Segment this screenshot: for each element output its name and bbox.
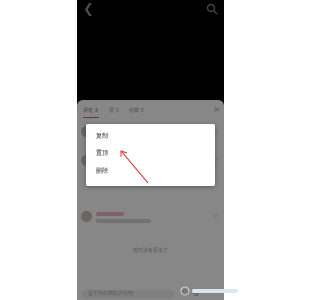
context-menu: 复制 置顶 删除 [86, 124, 215, 186]
menu-item-delete[interactable]: 删除 [96, 165, 206, 179]
watermark-logo [180, 286, 238, 296]
menu-item-copy[interactable]: 复制 [96, 130, 206, 144]
menu-item-pin[interactable]: 置顶 [96, 147, 206, 161]
phone-screen: ❮ 评论 3 赞 5 收藏 0 × ♡ ♡ ♡ 暂时没有更多了 留下你的精彩评论… [77, 0, 224, 300]
watermark [180, 284, 244, 298]
